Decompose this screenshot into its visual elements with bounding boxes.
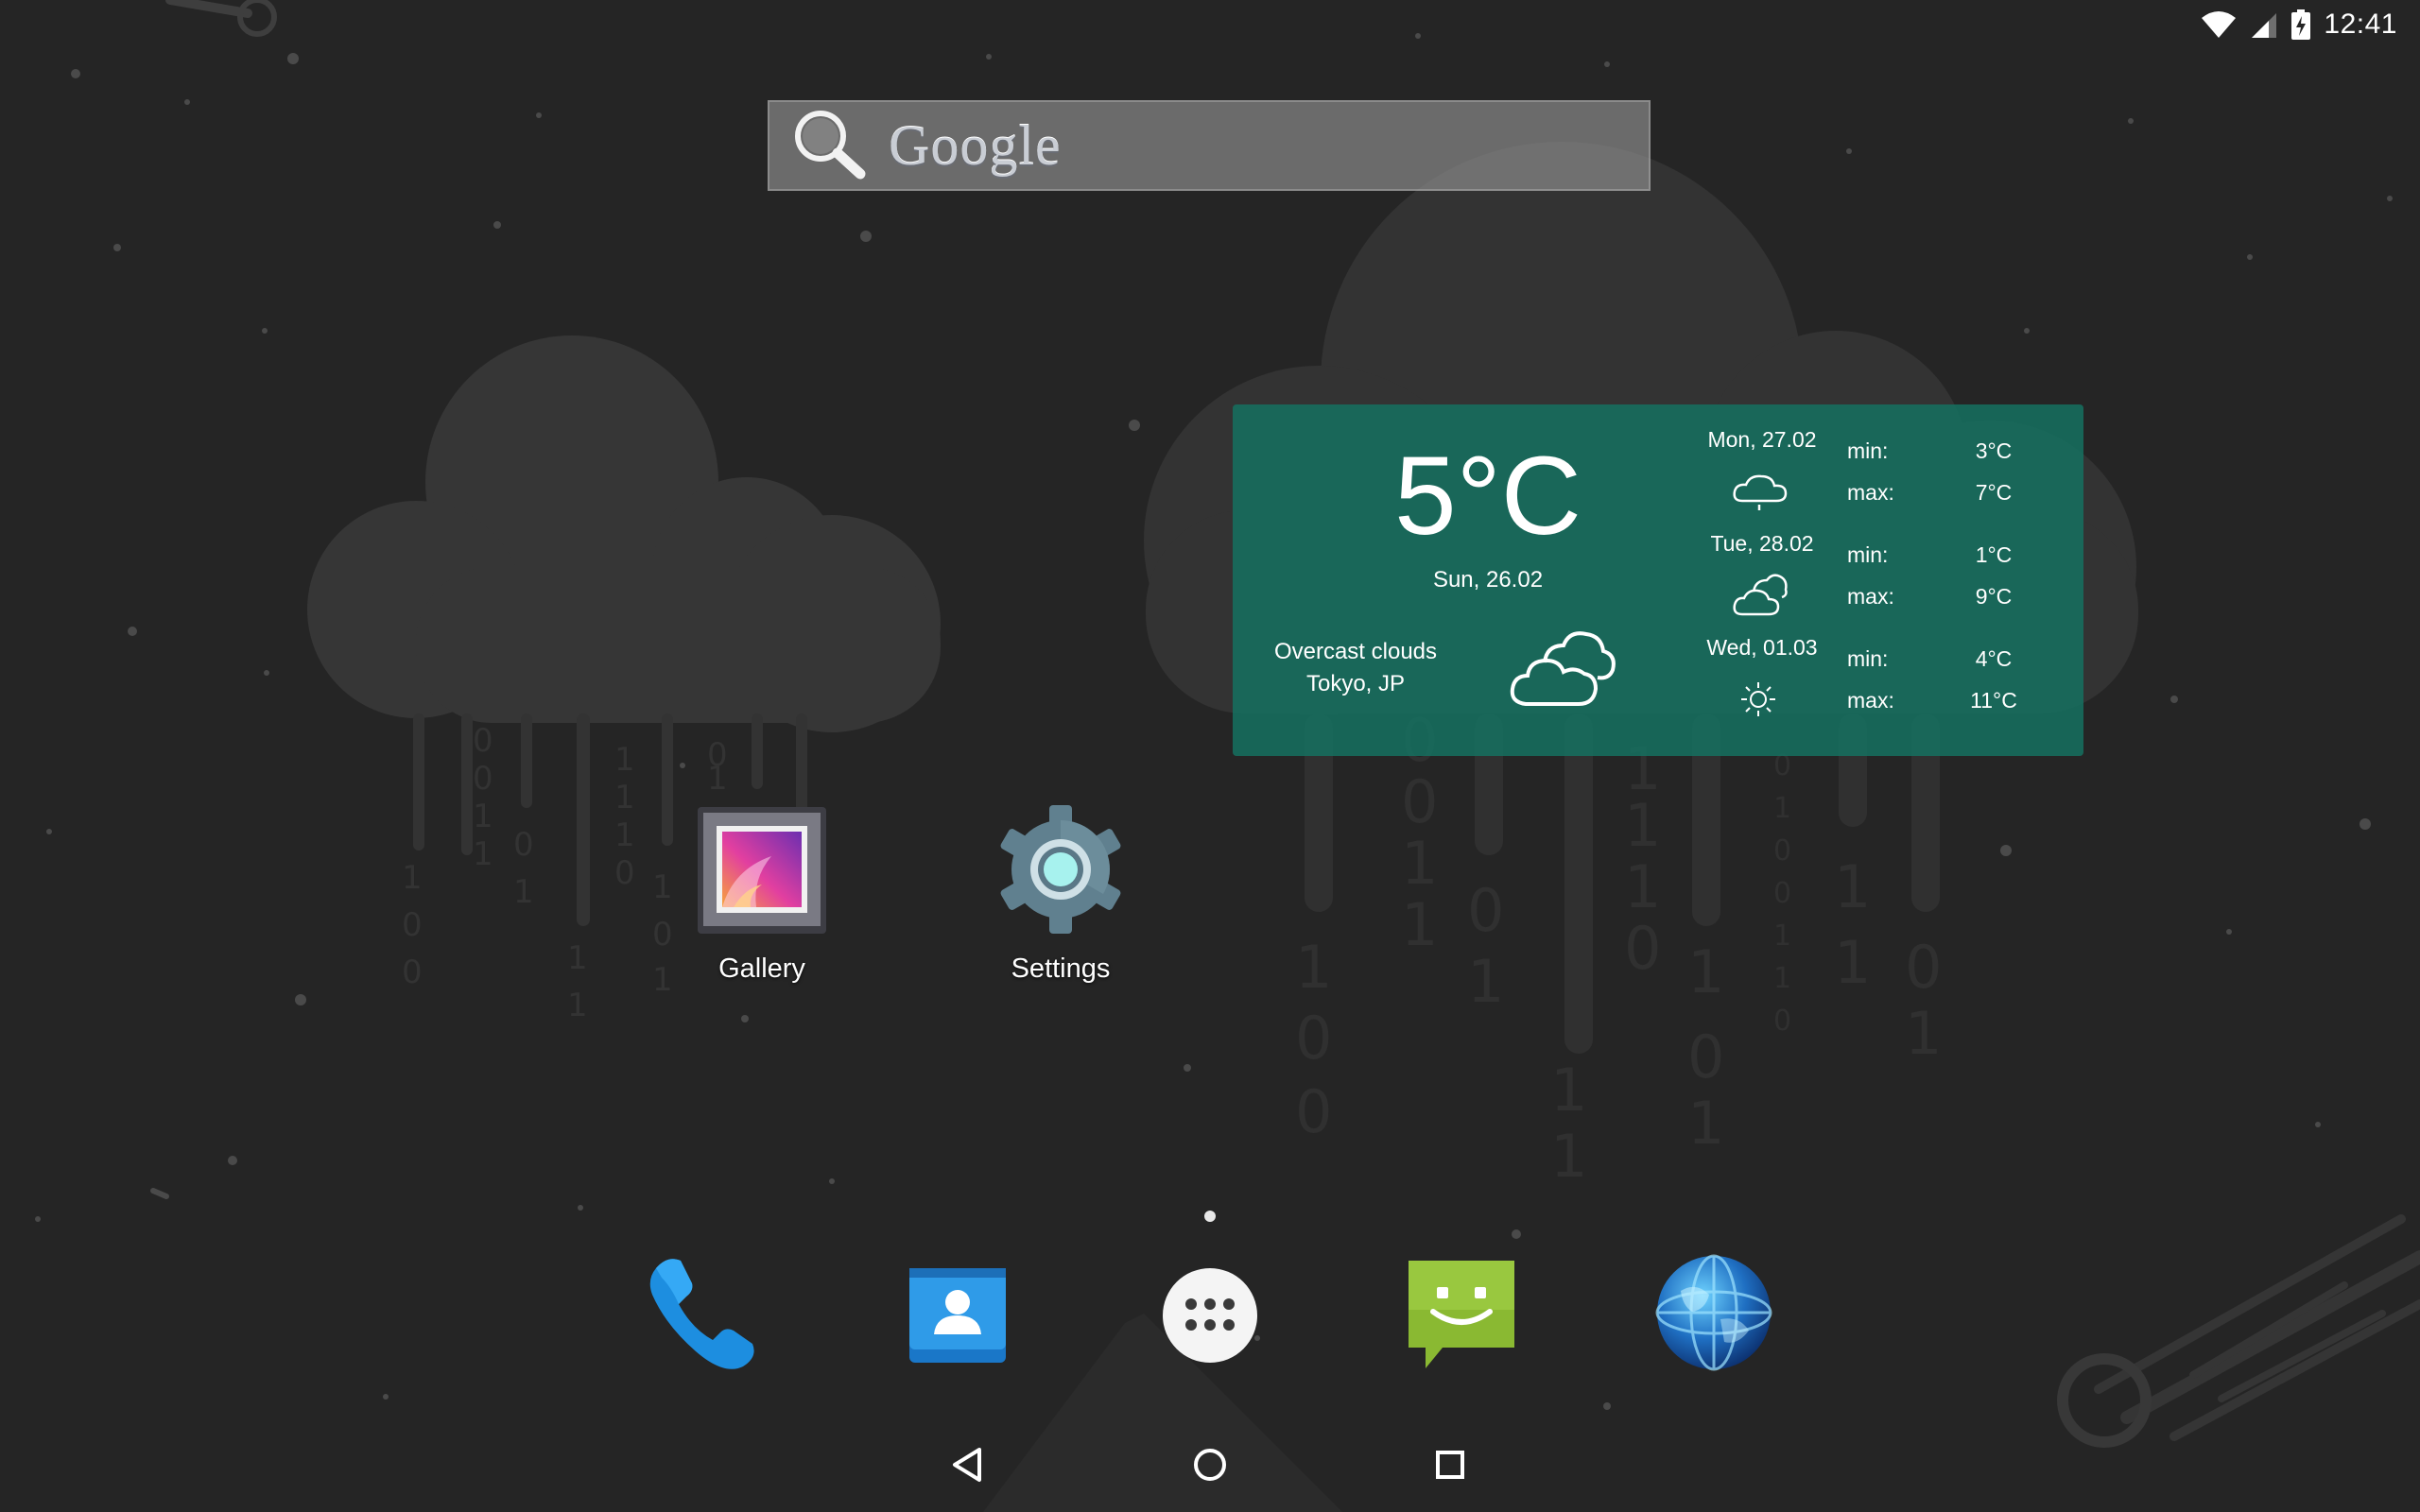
home-button[interactable] (1172, 1436, 1248, 1497)
status-bar: 12:41 (2201, 0, 2420, 49)
settings-app[interactable]: Settings (957, 803, 1165, 985)
svg-text:0: 0 (1467, 876, 1504, 945)
forecast-max-temp: 9°C (1975, 584, 2013, 609)
svg-text:1: 1 (1550, 1122, 1587, 1191)
svg-text:1: 1 (1834, 928, 1871, 997)
svg-text:0: 0 (1295, 1004, 1332, 1073)
search-icon[interactable] (788, 106, 870, 186)
forecast-max-temp: 11°C (1970, 688, 2017, 713)
svg-text:0: 0 (1773, 1005, 1791, 1038)
svg-text:1: 1 (707, 760, 728, 798)
svg-text:1: 1 (567, 939, 588, 977)
svg-text:1: 1 (1550, 1056, 1587, 1125)
settings-label: Settings (1011, 954, 1111, 984)
weather-widget[interactable]: 5°C Sun, 26.02 Overcast clouds Tokyo, JP… (1233, 404, 2083, 756)
app-drawer-icon[interactable] (1161, 1266, 1259, 1369)
svg-text:0: 0 (1687, 1022, 1724, 1091)
gallery-label: Gallery (718, 954, 805, 984)
svg-text:1: 1 (567, 987, 588, 1024)
svg-text:0: 0 (473, 760, 493, 798)
forecast-max-label: max: (1847, 688, 1894, 713)
recents-button[interactable] (1412, 1436, 1488, 1497)
svg-text:0: 0 (1624, 914, 1661, 983)
svg-text:0: 0 (402, 954, 423, 991)
forecast-min-temp: 3°C (1975, 438, 2013, 463)
forecast-max-temp: 7°C (1975, 480, 2013, 505)
svg-text:1: 1 (513, 873, 534, 911)
svg-text:1: 1 (1401, 890, 1438, 959)
svg-text:1: 1 (402, 859, 423, 897)
messaging-icon[interactable] (1405, 1257, 1518, 1377)
forecast-day-1: Mon, 27.02 (1707, 427, 1817, 452)
svg-text:1: 1 (1905, 999, 1942, 1068)
svg-text:1: 1 (1624, 852, 1661, 921)
svg-text:0: 0 (473, 722, 493, 760)
wifi-icon (2201, 10, 2237, 39)
back-icon[interactable] (949, 1446, 987, 1488)
forecast-max-label: max: (1847, 584, 1894, 609)
svg-text:0: 0 (1905, 933, 1942, 1002)
overcast-clouds-icon (1507, 617, 1620, 716)
back-button[interactable] (930, 1436, 1006, 1497)
gallery-app[interactable]: Gallery (658, 803, 866, 985)
svg-text:0: 0 (513, 826, 534, 864)
svg-text:1: 1 (1773, 962, 1791, 995)
google-logo: Google (889, 113, 1062, 177)
status-clock: 12:41 (2324, 9, 2397, 40)
svg-text:1: 1 (473, 798, 493, 835)
svg-text:1: 1 (614, 741, 635, 779)
svg-text:0: 0 (1773, 834, 1791, 868)
svg-text:1: 1 (1687, 1089, 1724, 1158)
clouds-icon (1731, 571, 1789, 623)
browser-globe-icon[interactable] (1654, 1253, 1773, 1377)
gallery-icon[interactable] (696, 803, 828, 940)
weather-condition: Overcast clouds (1273, 639, 1438, 664)
svg-text:1: 1 (473, 835, 493, 873)
current-temperature: 5°C (1393, 434, 1582, 558)
svg-text:0: 0 (614, 854, 635, 892)
svg-text:0: 0 (1295, 1077, 1332, 1146)
svg-text:1: 1 (1773, 792, 1791, 825)
svg-text:1: 1 (614, 816, 635, 854)
home-icon[interactable] (1191, 1446, 1229, 1488)
battery-charging-icon (2291, 9, 2311, 40)
svg-text:1: 1 (1687, 937, 1724, 1006)
sun-icon (1739, 680, 1777, 723)
page-indicator (1204, 1211, 1216, 1222)
forecast-min-temp: 1°C (1975, 542, 2013, 567)
forecast-max-label: max: (1847, 480, 1894, 505)
svg-text:0: 0 (1401, 767, 1438, 836)
google-search-bar[interactable]: Google (768, 100, 1651, 191)
svg-text:1: 1 (1401, 829, 1438, 898)
weather-condition-location: Overcast clouds Tokyo, JP (1261, 636, 1450, 700)
cell-signal-icon (2250, 10, 2278, 39)
svg-text:1: 1 (1773, 919, 1791, 953)
svg-text:0: 0 (402, 906, 423, 944)
svg-text:1: 1 (1834, 852, 1871, 921)
phone-icon[interactable] (639, 1249, 762, 1377)
forecast-day-2: Tue, 28.02 (1710, 531, 1814, 556)
svg-text:1: 1 (1295, 933, 1332, 1002)
contacts-icon[interactable] (906, 1263, 1010, 1371)
svg-text:1: 1 (614, 779, 635, 816)
forecast-min-label: min: (1847, 646, 1889, 671)
forecast-min-label: min: (1847, 542, 1889, 567)
drizzle-cloud-icon (1731, 472, 1789, 519)
svg-text:1: 1 (1467, 947, 1504, 1016)
forecast-min-temp: 4°C (1975, 646, 2013, 671)
svg-text:0: 0 (1773, 877, 1791, 910)
svg-text:1: 1 (1624, 791, 1661, 860)
recents-icon[interactable] (1431, 1446, 1469, 1488)
forecast-min-label: min: (1847, 438, 1889, 463)
forecast-day-3: Wed, 01.03 (1706, 635, 1818, 660)
settings-gear-icon[interactable] (994, 803, 1127, 940)
current-date: Sun, 26.02 (1432, 567, 1544, 593)
weather-location: Tokyo, JP (1305, 671, 1406, 696)
